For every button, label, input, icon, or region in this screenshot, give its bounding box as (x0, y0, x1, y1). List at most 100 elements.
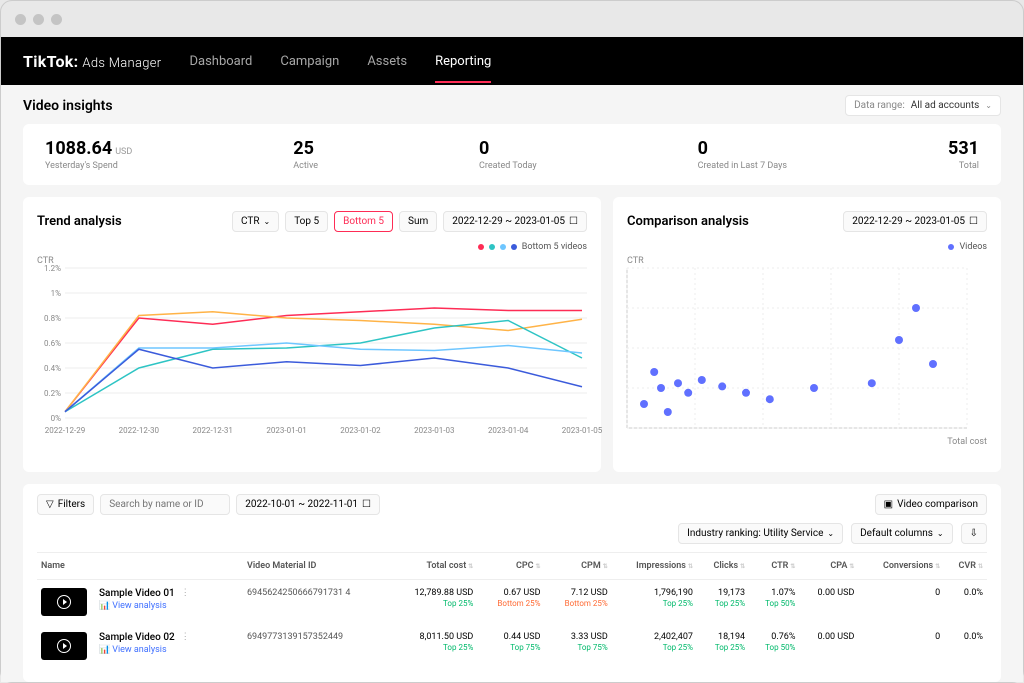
th-clicks[interactable]: Clicks⇅ (697, 553, 749, 580)
legend-dot (948, 244, 954, 250)
sort-icon: ⇅ (849, 563, 854, 570)
window-dot (51, 14, 62, 25)
video-id: 6949773139157352449 (243, 624, 389, 668)
th-cpc[interactable]: CPC⇅ (477, 553, 544, 580)
svg-text:2022-12-31: 2022-12-31 (193, 426, 233, 435)
metric-select[interactable]: CTR⌄ (232, 211, 279, 232)
nav-assets[interactable]: Assets (367, 54, 407, 69)
stats-row: 1088.64USDYesterday's Spend 25Active 0Cr… (23, 124, 1001, 185)
th-imp[interactable]: Impressions⇅ (612, 553, 697, 580)
sort-icon: ⇅ (468, 563, 473, 570)
sort-icon: ⇅ (603, 563, 608, 570)
data-range-select[interactable]: Data range: All ad accounts ⌄ (845, 95, 1001, 116)
comparison-chart: Total cost (627, 268, 987, 458)
video-thumbnail[interactable] (41, 588, 87, 616)
trend-daterange[interactable]: 2022-12-29 ~ 2023-01-05 ☐ (443, 211, 587, 232)
legend-label: Videos (959, 242, 987, 252)
trend-chart: 0%0.2%0.4%0.6%0.8%1%1.2%2022-12-292022-1… (37, 268, 587, 458)
svg-text:2023-01-01: 2023-01-01 (266, 426, 306, 435)
svg-text:0%: 0% (51, 414, 61, 423)
svg-text:2022-12-30: 2022-12-30 (119, 426, 160, 435)
chevron-down-icon: ⌄ (937, 529, 944, 538)
sort-icon: ⇅ (978, 563, 983, 570)
stat-created-today: 0Created Today (479, 138, 537, 171)
trend-panel: Trend analysis CTR⌄ Top 5 Bottom 5 Sum 2… (23, 197, 601, 472)
calendar-icon: ☐ (569, 216, 578, 227)
columns-select[interactable]: Default columns ⌄ (851, 523, 953, 544)
th-conv[interactable]: Conversions⇅ (858, 553, 944, 580)
th-cvr[interactable]: CVR⇅ (944, 553, 987, 580)
more-icon[interactable]: ⋮ (181, 632, 190, 642)
table-daterange[interactable]: 2022-10-01 ~ 2022-11-01 ☐ (236, 494, 380, 515)
svg-text:2022-12-29: 2022-12-29 (45, 426, 85, 435)
video-id: 6945624250666791731 4 (243, 580, 389, 625)
svg-text:0.8%: 0.8% (44, 314, 61, 323)
legend-dot (489, 244, 495, 250)
industry-select[interactable]: Industry ranking: Utility Service ⌄ (678, 523, 843, 544)
comparison-title: Comparison analysis (627, 214, 749, 229)
sort-icon: ⇅ (935, 563, 940, 570)
table-row: Sample Video 02📊View analysis⋮ 694977313… (37, 624, 987, 668)
chevron-down-icon: ⌄ (985, 101, 992, 110)
window-dot (15, 14, 26, 25)
export-button[interactable]: ⇩ (961, 523, 987, 544)
tab-bottom5[interactable]: Bottom 5 (334, 211, 393, 232)
chevron-down-icon: ⌄ (827, 529, 834, 538)
svg-text:2023-01-03: 2023-01-03 (414, 426, 454, 435)
nav-campaign[interactable]: Campaign (280, 54, 339, 69)
th-name[interactable]: Name (37, 553, 243, 580)
calendar-icon: ☐ (362, 499, 371, 510)
trend-title: Trend analysis (37, 214, 122, 229)
chart-icon: 📊 (99, 645, 110, 655)
svg-text:0.2%: 0.2% (44, 389, 61, 398)
comparison-yaxis: CTR (627, 256, 987, 266)
chart-icon: 📊 (99, 601, 110, 611)
video-name: Sample Video 01 (99, 588, 175, 599)
filters-button[interactable]: ▽ Filters (37, 494, 94, 515)
calendar-icon: ☐ (969, 216, 978, 227)
tab-top5[interactable]: Top 5 (285, 211, 328, 232)
th-cpa[interactable]: CPA⇅ (799, 553, 858, 580)
view-analysis-link[interactable]: 📊View analysis (99, 601, 175, 611)
stat-active: 25Active (293, 138, 318, 171)
trend-yaxis: CTR (37, 256, 587, 266)
comparison-panel: Comparison analysis 2022-12-29 ~ 2023-01… (613, 197, 1001, 472)
video-comparison-button[interactable]: ▣ Video comparison (875, 494, 987, 515)
nav-dashboard[interactable]: Dashboard (189, 54, 252, 69)
app-nav: TikTok: Ads Manager Dashboard Campaign A… (1, 37, 1023, 85)
comparison-xaxis: Total cost (627, 437, 987, 447)
view-analysis-link[interactable]: 📊View analysis (99, 645, 175, 655)
comparison-daterange[interactable]: 2022-12-29 ~ 2023-01-05 ☐ (843, 211, 987, 232)
sort-icon: ⇅ (688, 563, 693, 570)
search-input[interactable] (100, 494, 230, 515)
legend-dot (500, 244, 506, 250)
video-table: Name Video Material ID Total cost⇅ CPC⇅ … (37, 552, 987, 668)
play-icon (57, 639, 71, 653)
svg-text:2023-01-04: 2023-01-04 (488, 426, 529, 435)
th-id[interactable]: Video Material ID (243, 553, 389, 580)
stat-total: 531Total (948, 138, 979, 171)
th-ctr[interactable]: CTR⇅ (749, 553, 799, 580)
sort-icon: ⇅ (536, 563, 541, 570)
svg-text:0.4%: 0.4% (44, 364, 61, 373)
tab-sum[interactable]: Sum (399, 211, 437, 232)
play-icon (57, 595, 71, 609)
th-cpm[interactable]: CPM⇅ (545, 553, 612, 580)
th-cost[interactable]: Total cost⇅ (389, 553, 477, 580)
legend-label: Bottom 5 videos (522, 242, 587, 252)
more-icon[interactable]: ⋮ (181, 588, 190, 598)
svg-text:1.2%: 1.2% (44, 264, 61, 273)
window-dot (33, 14, 44, 25)
legend-dot (478, 244, 484, 250)
svg-text:1%: 1% (51, 289, 61, 298)
nav-reporting[interactable]: Reporting (435, 54, 491, 69)
compare-icon: ▣ (884, 499, 893, 510)
brand-logo: TikTok: Ads Manager (23, 52, 161, 71)
filter-icon: ▽ (46, 499, 54, 510)
table-section: ▽ Filters 2022-10-01 ~ 2022-11-01 ☐ ▣ Vi… (23, 484, 1001, 682)
svg-text:0.6%: 0.6% (44, 339, 61, 348)
table-row: Sample Video 01 📊View analysis ⋮ 694562425… (37, 580, 987, 625)
sort-icon: ⇅ (790, 563, 795, 570)
stat-created-7d: 0Created in Last 7 Days (698, 138, 787, 171)
video-thumbnail[interactable] (41, 632, 87, 660)
